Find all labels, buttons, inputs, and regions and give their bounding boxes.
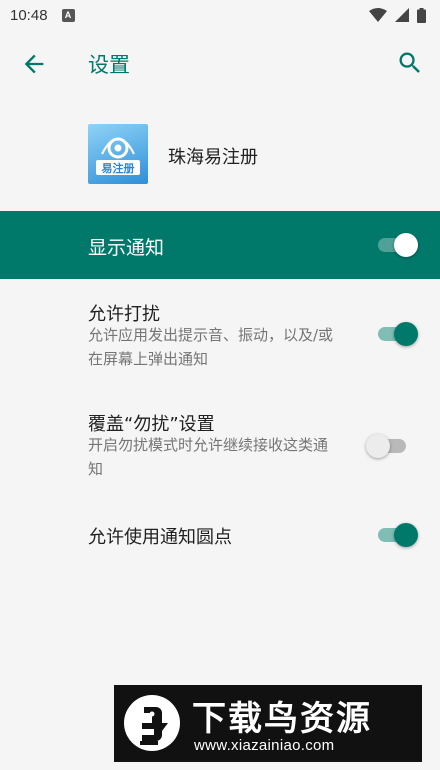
app-bar: 设置 [0, 30, 440, 96]
notification-app-icon: A [61, 8, 75, 22]
watermark-url: www.xiazainiao.com [194, 737, 335, 754]
arrow-back-icon [24, 54, 44, 74]
search-icon [399, 52, 420, 73]
setting-summary: 开启勿扰模式时允许继续接收这类通知 [88, 436, 329, 478]
page-title: 设置 [88, 53, 130, 77]
notification-dots-toggle[interactable] [376, 523, 418, 547]
show-notifications-bar[interactable]: 显示通知 [0, 211, 440, 279]
allow-interruptions-toggle[interactable] [376, 322, 418, 346]
toggle-thumb [366, 434, 390, 458]
setting-allow-interruptions[interactable]: 允许打扰 允许应用发出提示音、振动，以及/或在屏幕上弹出通知 [0, 279, 440, 385]
app-name: 珠海易注册 [168, 147, 258, 168]
search-button[interactable] [396, 49, 424, 77]
watermark-banner: 下载鸟资源 www.xiazainiao.com [114, 685, 422, 762]
status-bar: 10:48 A [0, 0, 440, 30]
toggle-thumb [394, 523, 418, 547]
app-icon-label: 易注册 [102, 161, 135, 175]
bird-logo-icon [124, 695, 180, 751]
app-header: 易注册 珠海易注册 [0, 96, 440, 211]
setting-summary: 允许应用发出提示音、振动，以及/或在屏幕上弹出通知 [88, 326, 334, 368]
app-logo-icon: 易注册 [96, 137, 140, 175]
override-dnd-toggle[interactable] [366, 434, 408, 458]
status-time: 10:48 [10, 6, 48, 24]
app-icon: 易注册 [88, 124, 148, 184]
cellular-signal-icon [395, 8, 409, 22]
status-icons [369, 7, 426, 23]
setting-override-dnd[interactable]: 覆盖“勿扰”设置 开启勿扰模式时允许继续接收这类通知 [0, 389, 440, 495]
setting-title: 允许使用通知圆点 [88, 527, 232, 548]
toggle-thumb [394, 233, 418, 257]
watermark-title: 下载鸟资源 [192, 699, 372, 739]
back-button[interactable] [20, 50, 48, 78]
battery-icon [417, 7, 426, 23]
toggle-thumb [394, 322, 418, 346]
show-notifications-label: 显示通知 [88, 237, 165, 259]
show-notifications-toggle[interactable] [376, 233, 418, 257]
setting-notification-dots[interactable]: 允许使用通知圆点 [0, 505, 440, 567]
wifi-icon [369, 8, 387, 22]
